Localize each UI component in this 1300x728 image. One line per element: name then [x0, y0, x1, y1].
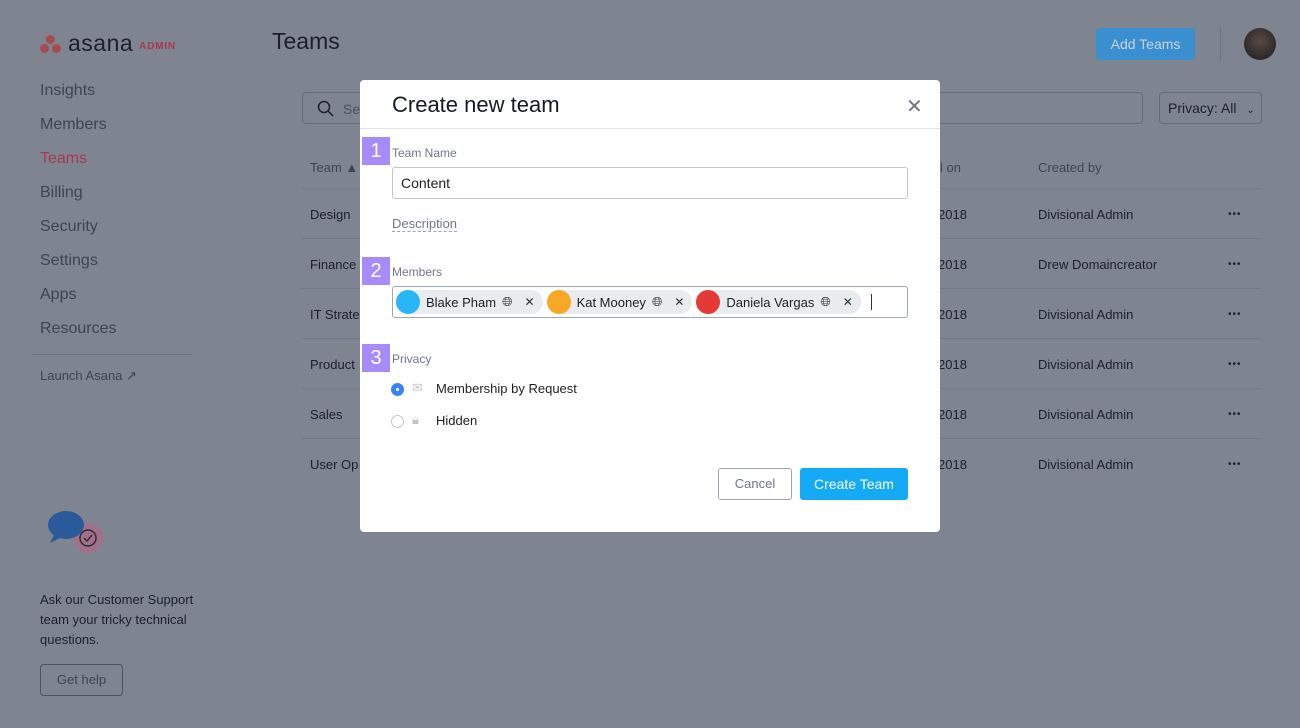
more-options-icon[interactable]: •••: [1228, 209, 1242, 220]
column-header-created-by[interactable]: Created by: [1038, 160, 1102, 175]
member-name: Blake Pham: [426, 294, 497, 310]
asana-logo[interactable]: asana ADMIN: [40, 30, 176, 57]
member-token: Daniela Vargas 🌐︎ ✕: [696, 290, 861, 314]
globe-icon: 🌐︎: [502, 294, 513, 309]
member-avatar: [696, 290, 721, 314]
team-name[interactable]: Product: [310, 357, 355, 372]
privacy-option-label[interactable]: Hidden: [436, 413, 477, 428]
members-label: Members: [392, 265, 443, 279]
created-on: 2018: [938, 407, 967, 422]
dialog-header-divider: [360, 128, 940, 129]
globe-icon: 🌐︎: [651, 294, 663, 309]
brand-name: asana: [68, 30, 134, 56]
search-icon: [317, 100, 334, 117]
remove-member-icon[interactable]: ✕: [843, 295, 853, 309]
remove-member-icon[interactable]: ✕: [525, 295, 535, 309]
more-options-icon[interactable]: •••: [1228, 409, 1242, 420]
sidebar-item-apps[interactable]: Apps: [40, 284, 116, 318]
header-divider: [1220, 28, 1221, 60]
more-options-icon[interactable]: •••: [1228, 359, 1242, 370]
asana-dots-icon: [40, 34, 62, 53]
member-name: Kat Mooney: [576, 294, 646, 310]
lock-icon: 🔒︎: [412, 412, 419, 427]
created-by: Divisional Admin: [1038, 307, 1134, 322]
envelope-icon: ✉: [412, 380, 423, 395]
created-on: 2018: [938, 257, 967, 272]
member-avatar: [546, 290, 571, 314]
globe-icon: 🌐︎: [820, 294, 831, 309]
created-by: Drew Domaincreator: [1038, 257, 1158, 272]
team-name[interactable]: IT Strate: [310, 307, 360, 322]
sidebar-item-resources[interactable]: Resources: [40, 318, 116, 352]
launch-asana-link[interactable]: Launch Asana ↗: [40, 368, 137, 384]
sidebar-item-insights[interactable]: Insights: [40, 80, 116, 114]
radio-membership-by-request[interactable]: [391, 383, 404, 396]
sidebar-nav: Insights Members Teams Billing Security …: [40, 80, 116, 352]
created-by: Divisional Admin: [1038, 207, 1134, 222]
chevron-down-icon: ⌄: [1246, 105, 1255, 116]
step-badge: 2: [362, 257, 390, 285]
get-help-button[interactable]: Get help: [40, 664, 123, 696]
team-name-label: Team Name: [392, 146, 457, 160]
column-header-created-on[interactable]: l on: [940, 160, 961, 175]
user-avatar[interactable]: [1244, 28, 1276, 60]
members-input[interactable]: Blake Pham 🌐︎ ✕ Kat Mooney 🌐︎ ✕ Daniela Varg…: [392, 286, 908, 318]
more-options-icon[interactable]: •••: [1228, 459, 1242, 470]
team-name[interactable]: Sales: [310, 407, 343, 422]
column-header-team[interactable]: Team ▲: [310, 160, 358, 175]
member-token: Kat Mooney 🌐︎ ✕: [546, 290, 693, 314]
step-badge: 3: [362, 344, 390, 372]
created-by: Divisional Admin: [1038, 457, 1134, 472]
create-team-dialog: Create new team ✕ 1 Team Name Content De…: [360, 80, 940, 532]
sidebar-item-teams[interactable]: Teams: [40, 148, 116, 182]
member-token: Blake Pham 🌐︎ ✕: [396, 290, 543, 314]
support-text: Ask our Customer Support team your trick…: [40, 592, 194, 647]
team-name-input[interactable]: Content: [392, 167, 908, 199]
add-teams-button[interactable]: Add Teams: [1096, 28, 1195, 60]
text-cursor: [870, 294, 872, 310]
chat-bubbles-icon: [48, 511, 103, 553]
sidebar-item-security[interactable]: Security: [40, 216, 116, 250]
create-team-button[interactable]: Create Team: [800, 468, 908, 500]
remove-member-icon[interactable]: ✕: [674, 295, 684, 309]
search-placeholder: Se: [343, 101, 361, 117]
created-by: Divisional Admin: [1038, 407, 1134, 422]
team-name[interactable]: User Op: [310, 457, 358, 472]
privacy-label: Privacy: [392, 352, 432, 366]
created-on: 2018: [938, 357, 967, 372]
page-title: Teams: [272, 28, 340, 54]
member-name: Daniela Vargas: [726, 294, 815, 310]
created-on: 2018: [938, 307, 967, 322]
privacy-filter-dropdown[interactable]: Privacy: All ⌄: [1159, 92, 1262, 124]
radio-hidden[interactable]: [391, 415, 404, 428]
member-avatar: [396, 290, 420, 314]
privacy-filter-value: Privacy: All: [1168, 100, 1237, 116]
created-by: Divisional Admin: [1038, 357, 1134, 372]
created-on: 2018: [938, 207, 967, 222]
description-link[interactable]: Description: [392, 216, 458, 232]
sidebar-item-members[interactable]: Members: [40, 114, 116, 148]
team-name[interactable]: Design: [310, 207, 350, 222]
team-name[interactable]: Finance: [310, 257, 356, 272]
created-on: 2018: [938, 457, 967, 472]
privacy-option-label[interactable]: Membership by Request: [436, 381, 577, 396]
more-options-icon[interactable]: •••: [1228, 259, 1242, 270]
sidebar-item-settings[interactable]: Settings: [40, 250, 116, 284]
more-options-icon[interactable]: •••: [1228, 309, 1242, 320]
dialog-title: Create new team: [392, 92, 560, 117]
sidebar-divider: [32, 354, 192, 355]
step-badge: 1: [362, 137, 390, 165]
sidebar-item-billing[interactable]: Billing: [40, 182, 116, 216]
close-icon[interactable]: ✕: [906, 94, 923, 119]
cancel-button[interactable]: Cancel: [718, 468, 792, 500]
admin-badge: ADMIN: [139, 41, 176, 52]
